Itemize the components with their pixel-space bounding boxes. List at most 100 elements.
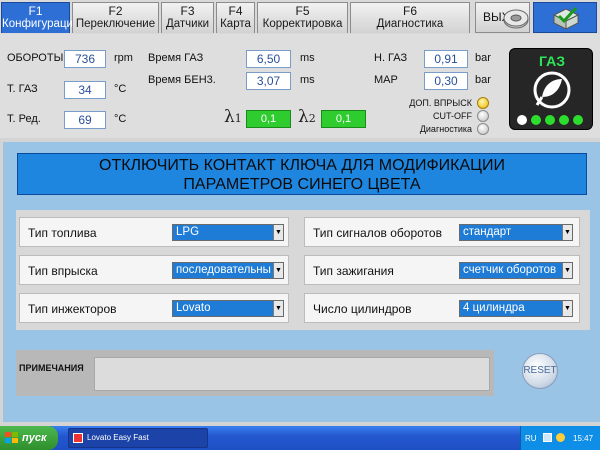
gas-pressure-value: 0,91 bbox=[424, 50, 468, 68]
ignition-type-select[interactable]: счетчик оборотов ▼ bbox=[459, 262, 573, 279]
tab-configuration[interactable]: F1 Конфигурация bbox=[1, 2, 80, 33]
rpm-label: ОБОРОТЫ bbox=[7, 52, 64, 64]
reducer-temp-label: Т. Ред. bbox=[7, 113, 41, 125]
injector-type-value: Lovato bbox=[176, 302, 211, 314]
status-dot bbox=[559, 115, 569, 125]
rpm-unit: rpm bbox=[114, 52, 133, 64]
rpm-signal-select[interactable]: стандарт ▼ bbox=[459, 224, 573, 241]
language-indicator[interactable]: RU bbox=[525, 434, 537, 443]
extra-injection-indicator bbox=[477, 97, 489, 109]
windows-flag-icon bbox=[5, 432, 18, 443]
lambda2-value: 0,1 bbox=[321, 110, 366, 128]
injector-type-label: Тип инжекторов bbox=[28, 302, 117, 316]
tab-key: F1 bbox=[28, 4, 43, 18]
map-label: MAP bbox=[374, 74, 398, 86]
petrol-time-value: 3,07 bbox=[246, 72, 291, 90]
warning-banner: ОТКЛЮЧИТЬ КОНТАКТ КЛЮЧА ДЛЯ МОДИФИКАЦИИ … bbox=[17, 153, 587, 195]
network-icon[interactable] bbox=[543, 433, 552, 442]
tab-correction[interactable]: F5 Корректировка bbox=[257, 2, 348, 33]
chevron-down-icon[interactable]: ▼ bbox=[273, 301, 283, 316]
warning-line-1: ОТКЛЮЧИТЬ КОНТАКТ КЛЮЧА ДЛЯ МОДИФИКАЦИИ bbox=[99, 157, 505, 174]
tab-label: Корректировка bbox=[262, 18, 343, 30]
tab-key: F6 bbox=[402, 4, 417, 18]
tab-sensors[interactable]: F3 Датчики bbox=[161, 2, 214, 33]
taskbar-app-label: Lovato Easy Fast bbox=[87, 433, 149, 442]
check-icon bbox=[552, 6, 580, 30]
gas-temp-value: 34 bbox=[64, 81, 106, 99]
exit-button[interactable]: ВЫХ bbox=[475, 2, 530, 33]
cutoff-label: CUT-OFF bbox=[433, 111, 472, 121]
taskbar-app-item[interactable]: Lovato Easy Fast bbox=[68, 428, 208, 448]
notes-label: ПРИМЕЧАНИЯ bbox=[19, 363, 84, 373]
diagnostics-indicator bbox=[477, 123, 489, 135]
cylinders-label: Число цилиндров bbox=[313, 302, 412, 316]
rpm-signal-value: стандарт bbox=[463, 226, 512, 238]
tab-key: F5 bbox=[295, 4, 310, 18]
settings-panel: Тип топлива LPG ▼ Тип впрыска последоват… bbox=[16, 210, 590, 330]
function-tab-bar: F1 Конфигурация F2 Переключение F3 Датчи… bbox=[0, 0, 600, 34]
tab-label: Карта bbox=[220, 18, 251, 30]
tab-label: Конфигурация bbox=[2, 18, 80, 30]
petrol-time-unit: ms bbox=[300, 74, 315, 86]
ignition-type-field: Тип зажигания счетчик оборотов ▼ bbox=[304, 255, 580, 285]
rpm-value: 736 bbox=[64, 50, 106, 68]
start-label: пуск bbox=[22, 432, 47, 444]
gas-nozzle-icon bbox=[533, 71, 571, 109]
fuel-type-label: Тип топлива bbox=[28, 226, 97, 240]
gas-time-label: Время ГАЗ bbox=[148, 52, 204, 64]
reducer-temp-unit: °C bbox=[114, 113, 127, 125]
map-value: 0,30 bbox=[424, 72, 468, 90]
clock: 15:47 bbox=[573, 434, 594, 443]
injection-type-select[interactable]: последовательный ▼ bbox=[172, 262, 284, 279]
cylinders-select[interactable]: 4 цилиндра ▼ bbox=[459, 300, 573, 317]
system-tray: RU 15:47 bbox=[520, 426, 600, 450]
tab-label: Переключение bbox=[75, 18, 156, 30]
status-dot bbox=[517, 115, 527, 125]
tab-label: Датчики bbox=[165, 18, 210, 30]
injector-type-select[interactable]: Lovato ▼ bbox=[172, 300, 284, 317]
gas-time-value: 6,50 bbox=[246, 50, 291, 68]
tab-map[interactable]: F4 Карта bbox=[216, 2, 255, 33]
notes-input[interactable] bbox=[94, 357, 490, 391]
injection-type-value: последовательный bbox=[176, 264, 271, 276]
lambda1-symbol: λ1 bbox=[224, 107, 242, 127]
lambda2-symbol: λ2 bbox=[298, 107, 316, 127]
status-dot bbox=[573, 115, 583, 125]
chevron-down-icon[interactable]: ▼ bbox=[273, 263, 283, 278]
gas-pressure-label: Н. ГАЗ bbox=[374, 52, 408, 64]
warning-line-2: ПАРАМЕТРОВ СИНЕГО ЦВЕТА bbox=[183, 176, 421, 193]
rpm-signal-field: Тип сигналов оборотов стандарт ▼ bbox=[304, 217, 580, 247]
tray-app-icon[interactable] bbox=[556, 433, 565, 442]
petrol-time-label: Время БЕН3. bbox=[148, 74, 216, 86]
save-check-button[interactable] bbox=[533, 2, 597, 33]
cylinders-value: 4 цилиндра bbox=[463, 302, 525, 314]
reducer-temp-value: 69 bbox=[64, 111, 106, 129]
lambda1-value: 0,1 bbox=[246, 110, 291, 128]
notes-panel: ПРИМЕЧАНИЯ bbox=[16, 350, 494, 396]
injection-type-label: Тип впрыска bbox=[28, 264, 98, 278]
chevron-down-icon[interactable]: ▼ bbox=[273, 225, 283, 240]
gas-temp-label: Т. ГАЗ bbox=[7, 83, 38, 95]
tab-label: Диагностика bbox=[376, 18, 444, 30]
start-button[interactable]: пуск bbox=[0, 426, 58, 450]
reset-button[interactable]: RESET bbox=[522, 353, 558, 389]
fuel-type-value: LPG bbox=[176, 226, 200, 238]
disc-icon bbox=[503, 9, 529, 29]
chevron-down-icon[interactable]: ▼ bbox=[562, 301, 572, 316]
tab-switching[interactable]: F2 Переключение bbox=[72, 2, 159, 33]
app-icon bbox=[73, 433, 83, 443]
tab-diagnostics[interactable]: F6 Диагностика bbox=[350, 2, 470, 33]
ignition-type-label: Тип зажигания bbox=[313, 264, 394, 278]
extra-injection-label: ДОП. ВПРЫСК bbox=[409, 98, 472, 108]
map-unit: bar bbox=[475, 74, 491, 86]
chevron-down-icon[interactable]: ▼ bbox=[562, 263, 572, 278]
injector-type-field: Тип инжекторов Lovato ▼ bbox=[19, 293, 289, 323]
tab-key: F2 bbox=[108, 4, 123, 18]
cutoff-indicator bbox=[477, 110, 489, 122]
chevron-down-icon[interactable]: ▼ bbox=[562, 225, 572, 240]
gas-badge-title: ГАЗ bbox=[539, 53, 565, 69]
status-dot bbox=[545, 115, 555, 125]
configuration-area: ОТКЛЮЧИТЬ КОНТАКТ КЛЮЧА ДЛЯ МОДИФИКАЦИИ … bbox=[3, 142, 600, 422]
status-dot bbox=[531, 115, 541, 125]
fuel-type-select[interactable]: LPG ▼ bbox=[172, 224, 284, 241]
